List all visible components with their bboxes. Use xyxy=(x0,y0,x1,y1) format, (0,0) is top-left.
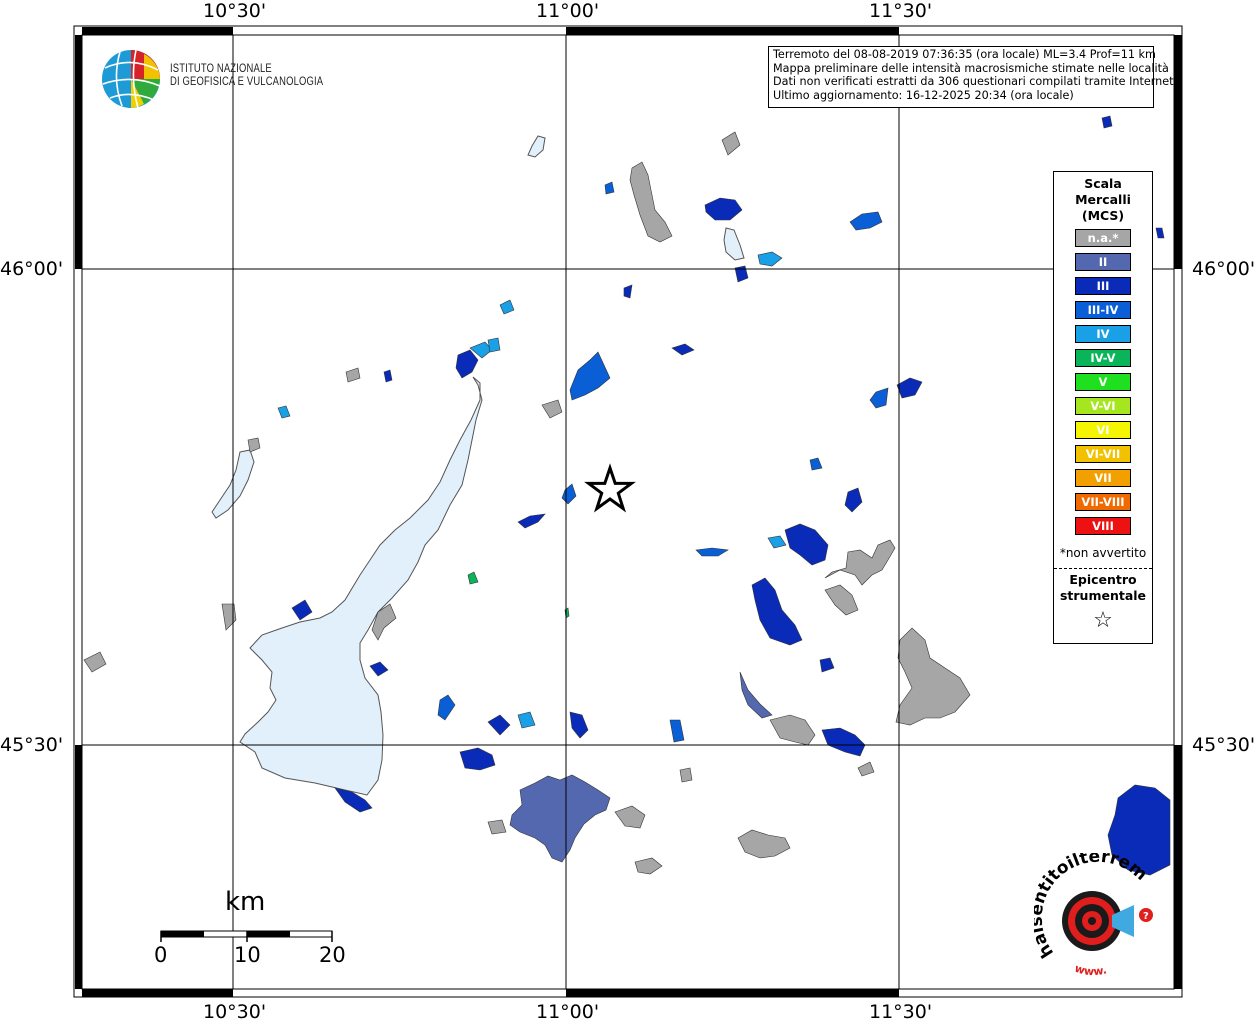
scale-label-20: 20 xyxy=(319,943,346,967)
lat-label-left-2: 45°30' xyxy=(0,734,64,756)
legend-swatch: V-VI xyxy=(1075,397,1131,415)
event-info-box: Terremoto del 08-08-2019 07:36:35 (ora l… xyxy=(768,46,1178,108)
legend-swatch: VIII xyxy=(1075,517,1131,535)
lon-label-top-2: 11°00' xyxy=(536,0,600,22)
legend-swatch: VII-VIII xyxy=(1075,493,1131,511)
lat-label-right-1: 46°00' xyxy=(1192,258,1255,280)
scale-unit: km xyxy=(225,887,266,917)
haisentito-logo-icon: ? haisentitoilterremoto.it www. xyxy=(1034,853,1153,978)
legend-swatch: n.a.* xyxy=(1075,229,1131,247)
scale-label-0: 0 xyxy=(154,943,168,967)
event-info-line: Dati non verificati estratti da 306 ques… xyxy=(773,75,1178,88)
lon-label-bottom-2: 11°00' xyxy=(536,1001,600,1023)
ingv-globe-icon xyxy=(102,49,161,109)
scale-label-10: 10 xyxy=(234,943,261,967)
lon-label-top-1: 10°30' xyxy=(203,0,267,22)
lon-label-bottom-3: 11°30' xyxy=(869,1001,933,1023)
lat-label-right-2: 45°30' xyxy=(1192,734,1255,756)
legend-swatch: VI xyxy=(1075,421,1131,439)
legend-swatch: III xyxy=(1075,277,1131,295)
legend-divider xyxy=(1054,568,1152,569)
lat-label-left-1: 46°00' xyxy=(0,258,64,280)
legend-swatch: V xyxy=(1075,373,1131,391)
svg-text:www.: www. xyxy=(1073,962,1108,978)
legend-title: Scala Mercalli (MCS) xyxy=(1075,176,1131,223)
event-info-line: Mappa preliminare delle intensità macros… xyxy=(773,61,1169,75)
lon-label-bottom-1: 10°30' xyxy=(203,1001,267,1023)
legend-swatch: VII xyxy=(1075,469,1131,487)
legend-epicenter-label: Epicentro strumentale xyxy=(1059,572,1147,603)
legend-swatch: VI-VII xyxy=(1075,445,1131,463)
event-info-line: Ultimo aggiornamento: 16-12-2025 20:34 (… xyxy=(773,88,1074,102)
lon-label-top-3: 11°30' xyxy=(869,0,933,22)
legend-swatch: IV xyxy=(1075,325,1131,343)
legend-note: *non avvertito xyxy=(1059,546,1147,560)
legend-star-icon: ☆ xyxy=(1093,608,1113,633)
legend-swatch: II xyxy=(1075,253,1131,271)
event-info-line: Terremoto del 08-08-2019 07:36:35 (ora l… xyxy=(773,48,1156,61)
ingv-logo-text: ISTITUTO NAZIONALE DI GEOFISICA E VULCAN… xyxy=(170,63,324,88)
legend-swatch: III-IV xyxy=(1075,301,1131,319)
legend-swatch: IV-V xyxy=(1075,349,1131,367)
svg-text:?: ? xyxy=(1143,911,1149,922)
mcs-legend: Scala Mercalli (MCS) n.a.* II III III-IV IV I… xyxy=(1053,171,1153,644)
